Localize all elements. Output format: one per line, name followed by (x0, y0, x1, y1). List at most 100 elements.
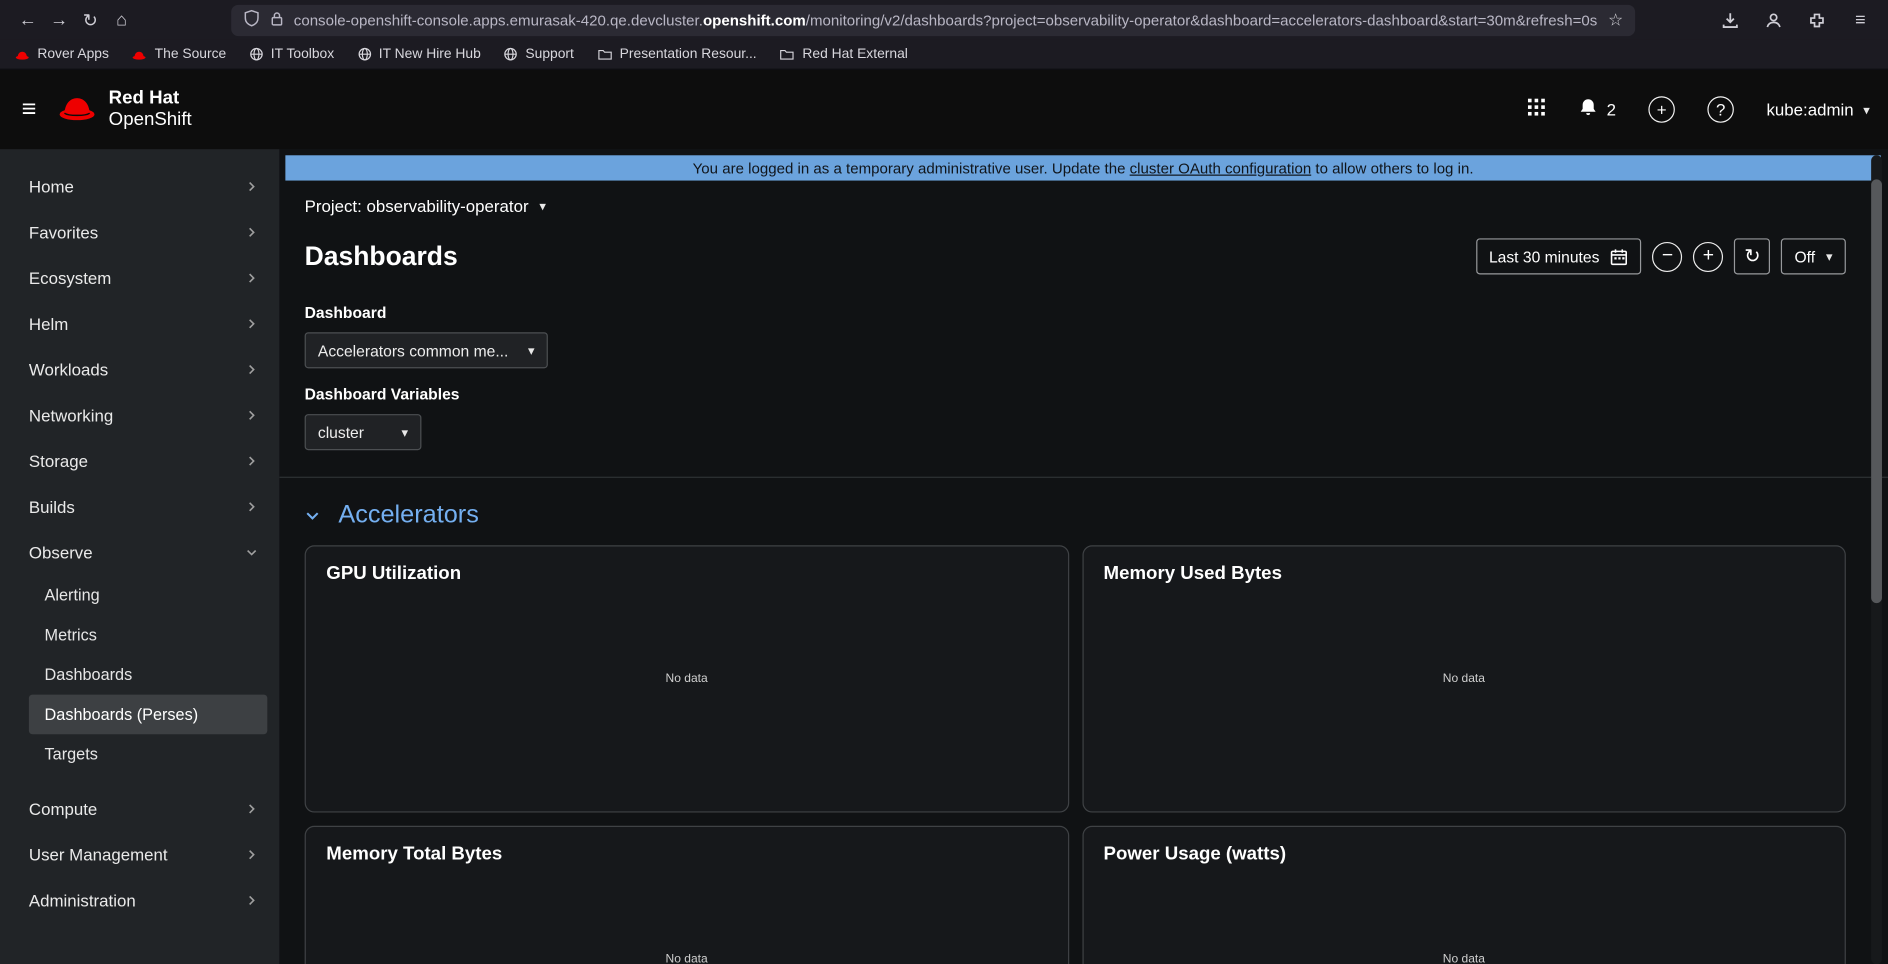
scrollbar-thumb[interactable] (1871, 179, 1882, 604)
lock-icon[interactable] (270, 10, 284, 29)
sidebar-item-metrics[interactable]: Metrics (29, 615, 267, 655)
quick-create-icon[interactable]: + (1648, 96, 1675, 123)
sidebar-item-user-management[interactable]: User Management (0, 832, 279, 878)
project-selector[interactable]: Project: observability-operator ▾ (279, 181, 1888, 232)
section-title: Accelerators (338, 500, 479, 529)
app-launcher-icon[interactable] (1527, 97, 1546, 122)
sidebar-item-ecosystem[interactable]: Ecosystem (0, 255, 279, 301)
panels-grid: GPU Utilization No data Memory Used Byte… (279, 545, 1888, 964)
chevron-right-icon (246, 409, 258, 421)
caret-down-icon: ▾ (527, 343, 535, 359)
url-text: console-openshift-console.apps.emurasak-… (293, 11, 1598, 29)
cluster-variable-select[interactable]: cluster ▾ (304, 414, 422, 451)
no-data-message: No data (665, 952, 708, 964)
globe-icon (357, 47, 371, 61)
chevron-right-icon (246, 501, 258, 513)
bookmark-item[interactable]: Red Hat External (780, 47, 908, 61)
help-icon[interactable]: ? (1707, 96, 1734, 123)
chevron-right-icon (246, 849, 258, 861)
user-menu[interactable]: kube:admin ▾ (1766, 100, 1869, 119)
chevron-right-icon (246, 318, 258, 330)
time-range-button[interactable]: Last 30 minutes (1475, 238, 1642, 275)
panel-gpu-utilization: GPU Utilization No data (304, 545, 1069, 813)
bookmark-item[interactable]: IT Toolbox (249, 47, 334, 61)
dashboard-variables-label: Dashboard Variables (304, 385, 460, 404)
masthead: ≡ Red Hat OpenShift 2 + ? kube:admin ▾ (0, 69, 1888, 150)
browser-toolbar: ← → ↻ ⌂ console-openshift-console.apps.e… (0, 0, 1888, 40)
reload-icon[interactable]: ↻ (75, 4, 106, 35)
chevron-down-icon (246, 547, 258, 559)
sidebar-item-dashboards[interactable]: Dashboards (29, 655, 267, 695)
main-content: You are logged in as a temporary adminis… (279, 149, 1888, 964)
bookmark-item[interactable]: Presentation Resour... (597, 47, 757, 61)
account-icon[interactable] (1758, 4, 1789, 35)
sidebar-item-compute[interactable]: Compute (0, 786, 279, 832)
extensions-icon[interactable] (1801, 4, 1832, 35)
caret-down-icon: ▾ (401, 425, 409, 440)
sidebar-item-alerting[interactable]: Alerting (29, 575, 267, 615)
chevron-right-icon (246, 272, 258, 284)
oauth-config-link[interactable]: cluster OAuth configuration (1130, 159, 1312, 176)
folder-icon (780, 48, 796, 61)
sidebar-item-workloads[interactable]: Workloads (0, 347, 279, 393)
forward-icon[interactable]: → (43, 4, 74, 35)
caret-down-icon: ▾ (1825, 249, 1833, 265)
calendar-icon (1610, 247, 1628, 265)
globe-icon (504, 47, 518, 61)
downloads-icon[interactable] (1715, 4, 1746, 35)
toolbar-right: ≡ (1715, 4, 1876, 35)
page-title: Dashboards (304, 240, 458, 271)
chevron-right-icon (246, 181, 258, 193)
redhat-icon (14, 48, 30, 61)
sidebar-item-dashboards-perses[interactable]: Dashboards (Perses) (28, 694, 268, 735)
home-icon[interactable]: ⌂ (106, 4, 137, 35)
redhat-hat-icon (57, 91, 98, 128)
brand-logo[interactable]: Red Hat OpenShift (57, 88, 192, 131)
shield-icon[interactable] (243, 9, 260, 30)
sidebar-item-home[interactable]: Home (0, 164, 279, 210)
refresh-button[interactable]: ↻ (1734, 238, 1771, 275)
bell-icon (1579, 98, 1598, 122)
sidebar-item-networking[interactable]: Networking (0, 392, 279, 438)
sidebar-item-storage[interactable]: Storage (0, 438, 279, 484)
redhat-icon (132, 48, 148, 61)
no-data-message: No data (1442, 952, 1485, 964)
dashboard-controls: Last 30 minutes − + ↻ Off ▾ (1475, 238, 1846, 275)
sidebar-item-builds[interactable]: Builds (0, 484, 279, 530)
app-menu-icon[interactable]: ≡ (1845, 4, 1876, 35)
browser-window: ← → ↻ ⌂ console-openshift-console.apps.e… (0, 0, 1888, 964)
dashboard-label: Dashboard (304, 303, 387, 322)
sidebar-item-helm[interactable]: Helm (0, 301, 279, 347)
bookmark-item[interactable]: Rover Apps (14, 47, 109, 61)
nav-toggle-icon[interactable]: ≡ (22, 95, 37, 124)
no-data-message: No data (665, 672, 708, 686)
caret-down-icon: ▾ (539, 199, 547, 214)
chevron-right-icon (246, 894, 258, 906)
zoom-out-icon[interactable]: − (1652, 241, 1683, 272)
bookmark-item[interactable]: IT New Hire Hub (357, 47, 481, 61)
panel-memory-total-bytes: Memory Total Bytes No data (304, 825, 1069, 964)
zoom-in-icon[interactable]: + (1693, 241, 1724, 272)
brand-text: Red Hat OpenShift (108, 88, 192, 131)
bookmark-item[interactable]: Support (504, 47, 574, 61)
bookmarks-bar: Rover Apps The Source IT Toolbox IT New … (0, 39, 1888, 70)
bookmark-item[interactable]: The Source (132, 47, 226, 61)
folder-icon (597, 48, 613, 61)
section-collapse-icon[interactable] (305, 507, 321, 523)
sidebar-item-favorites[interactable]: Favorites (0, 209, 279, 255)
sidebar-item-observe[interactable]: Observe (0, 530, 279, 576)
bookmark-star-icon[interactable]: ☆ (1608, 10, 1623, 30)
sidebar-nav: Home Favorites Ecosystem Helm Workloads … (0, 149, 280, 964)
notification-count: 2 (1606, 99, 1616, 120)
sidebar-item-targets[interactable]: Targets (29, 734, 267, 774)
sidebar-item-administration[interactable]: Administration (0, 878, 279, 924)
chevron-right-icon (246, 803, 258, 815)
content-scrollbar[interactable] (1871, 155, 1882, 964)
refresh-interval-dropdown[interactable]: Off ▾ (1781, 238, 1846, 275)
address-bar[interactable]: console-openshift-console.apps.emurasak-… (231, 4, 1636, 36)
notifications-button[interactable]: 2 (1579, 98, 1616, 122)
dashboard-select[interactable]: Accelerators common me... ▾ (304, 332, 548, 369)
temp-admin-banner: You are logged in as a temporary adminis… (285, 155, 1881, 181)
back-icon[interactable]: ← (12, 4, 43, 35)
chevron-right-icon (246, 364, 258, 376)
